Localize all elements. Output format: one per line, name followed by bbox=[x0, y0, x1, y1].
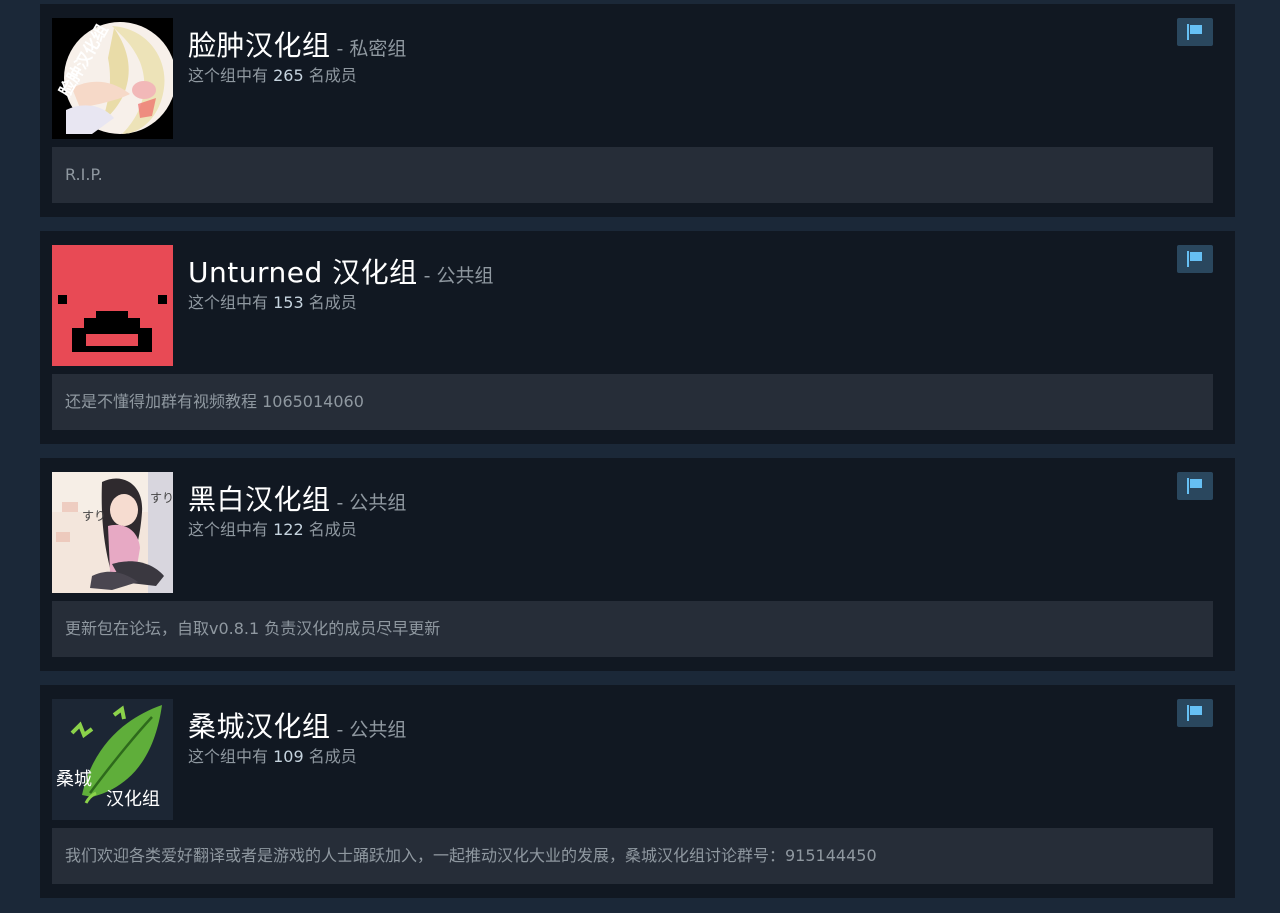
group-header: 黑白汉化组 - 公共组 bbox=[188, 478, 406, 518]
group-avatar[interactable]: 脸肿汉化组 bbox=[52, 18, 173, 139]
report-flag-button[interactable] bbox=[1177, 245, 1213, 273]
separator: - bbox=[423, 265, 431, 287]
group-avatar[interactable]: 桑城 汉化组 bbox=[52, 699, 173, 820]
report-flag-button[interactable] bbox=[1177, 699, 1213, 727]
member-number: 265 bbox=[273, 66, 304, 85]
avatar-sfx-text: すり bbox=[82, 509, 106, 523]
group-name-link[interactable]: 黑白汉化组 bbox=[188, 483, 331, 516]
group-card: Unturned 汉化组 - 公共组 这个组中有 153 名成员 还是不懂得加群有视… bbox=[40, 231, 1235, 444]
member-count: 这个组中有 122 名成员 bbox=[188, 516, 357, 540]
group-card: すり すり 黑白汉化组 - 公共组 这个组中有 122 名成员 更新包在论坛，自取v… bbox=[40, 458, 1235, 671]
group-type: 私密组 bbox=[349, 38, 407, 60]
avatar-logo-text: 桑城 bbox=[56, 769, 92, 790]
green-leaf-logo-avatar: 桑城 汉化组 bbox=[52, 699, 173, 820]
member-number: 109 bbox=[273, 747, 304, 766]
member-suffix: 名成员 bbox=[308, 747, 357, 766]
member-count: 这个组中有 109 名成员 bbox=[188, 743, 357, 767]
group-header: Unturned 汉化组 - 公共组 bbox=[188, 251, 494, 291]
flag-icon bbox=[1187, 251, 1202, 267]
member-suffix: 名成员 bbox=[308, 520, 357, 539]
group-type: 公共组 bbox=[436, 265, 494, 287]
group-name-link[interactable]: 桑城汉化组 bbox=[188, 710, 331, 743]
group-header: 桑城汉化组 - 公共组 bbox=[188, 705, 406, 745]
group-card: 桑城 汉化组 桑城汉化组 - 公共组 这个组中有 109 名成员 我们欢迎各类爱好翻… bbox=[40, 685, 1235, 898]
group-type: 公共组 bbox=[349, 719, 407, 741]
flag-icon bbox=[1187, 705, 1202, 721]
member-count: 这个组中有 265 名成员 bbox=[188, 62, 357, 86]
group-description: 我们欢迎各类爱好翻译或者是游戏的人士踊跃加入，一起推动汉化大业的发展，桑城汉化组… bbox=[52, 828, 1213, 884]
member-number: 122 bbox=[273, 520, 304, 539]
group-name-link[interactable]: 脸肿汉化组 bbox=[188, 29, 331, 62]
group-header: 脸肿汉化组 - 私密组 bbox=[188, 24, 406, 64]
flag-icon bbox=[1187, 478, 1202, 494]
separator: - bbox=[336, 38, 344, 60]
group-description: 还是不懂得加群有视频教程 1065014060 bbox=[52, 374, 1213, 430]
group-type: 公共组 bbox=[349, 492, 407, 514]
group-name-link[interactable]: Unturned 汉化组 bbox=[188, 256, 418, 289]
member-prefix: 这个组中有 bbox=[188, 520, 269, 539]
member-suffix: 名成员 bbox=[308, 293, 357, 312]
flag-icon bbox=[1187, 24, 1202, 40]
anime-girl-avatar: 脸肿汉化组 bbox=[52, 18, 173, 139]
member-suffix: 名成员 bbox=[308, 66, 357, 85]
group-list: 脸肿汉化组 脸肿汉化组 - 私密组 这个组中有 265 名成员 R.I.P. U… bbox=[40, 4, 1235, 912]
member-prefix: 这个组中有 bbox=[188, 747, 269, 766]
anime-girl-sitting-avatar: すり すり bbox=[52, 472, 173, 593]
member-prefix: 这个组中有 bbox=[188, 293, 269, 312]
member-number: 153 bbox=[273, 293, 304, 312]
group-avatar[interactable] bbox=[52, 245, 173, 366]
separator: - bbox=[336, 719, 344, 741]
group-description: 更新包在论坛，自取v0.8.1 负责汉化的成员尽早更新 bbox=[52, 601, 1213, 657]
report-flag-button[interactable] bbox=[1177, 472, 1213, 500]
separator: - bbox=[336, 492, 344, 514]
report-flag-button[interactable] bbox=[1177, 18, 1213, 46]
avatar-logo-text: 汉化组 bbox=[106, 789, 160, 810]
pixel-face-avatar bbox=[52, 245, 173, 366]
member-count: 这个组中有 153 名成员 bbox=[188, 289, 357, 313]
member-prefix: 这个组中有 bbox=[188, 66, 269, 85]
group-avatar[interactable]: すり すり bbox=[52, 472, 173, 593]
avatar-sfx-text: すり bbox=[150, 491, 173, 505]
group-description: R.I.P. bbox=[52, 147, 1213, 203]
group-card: 脸肿汉化组 脸肿汉化组 - 私密组 这个组中有 265 名成员 R.I.P. bbox=[40, 4, 1235, 217]
